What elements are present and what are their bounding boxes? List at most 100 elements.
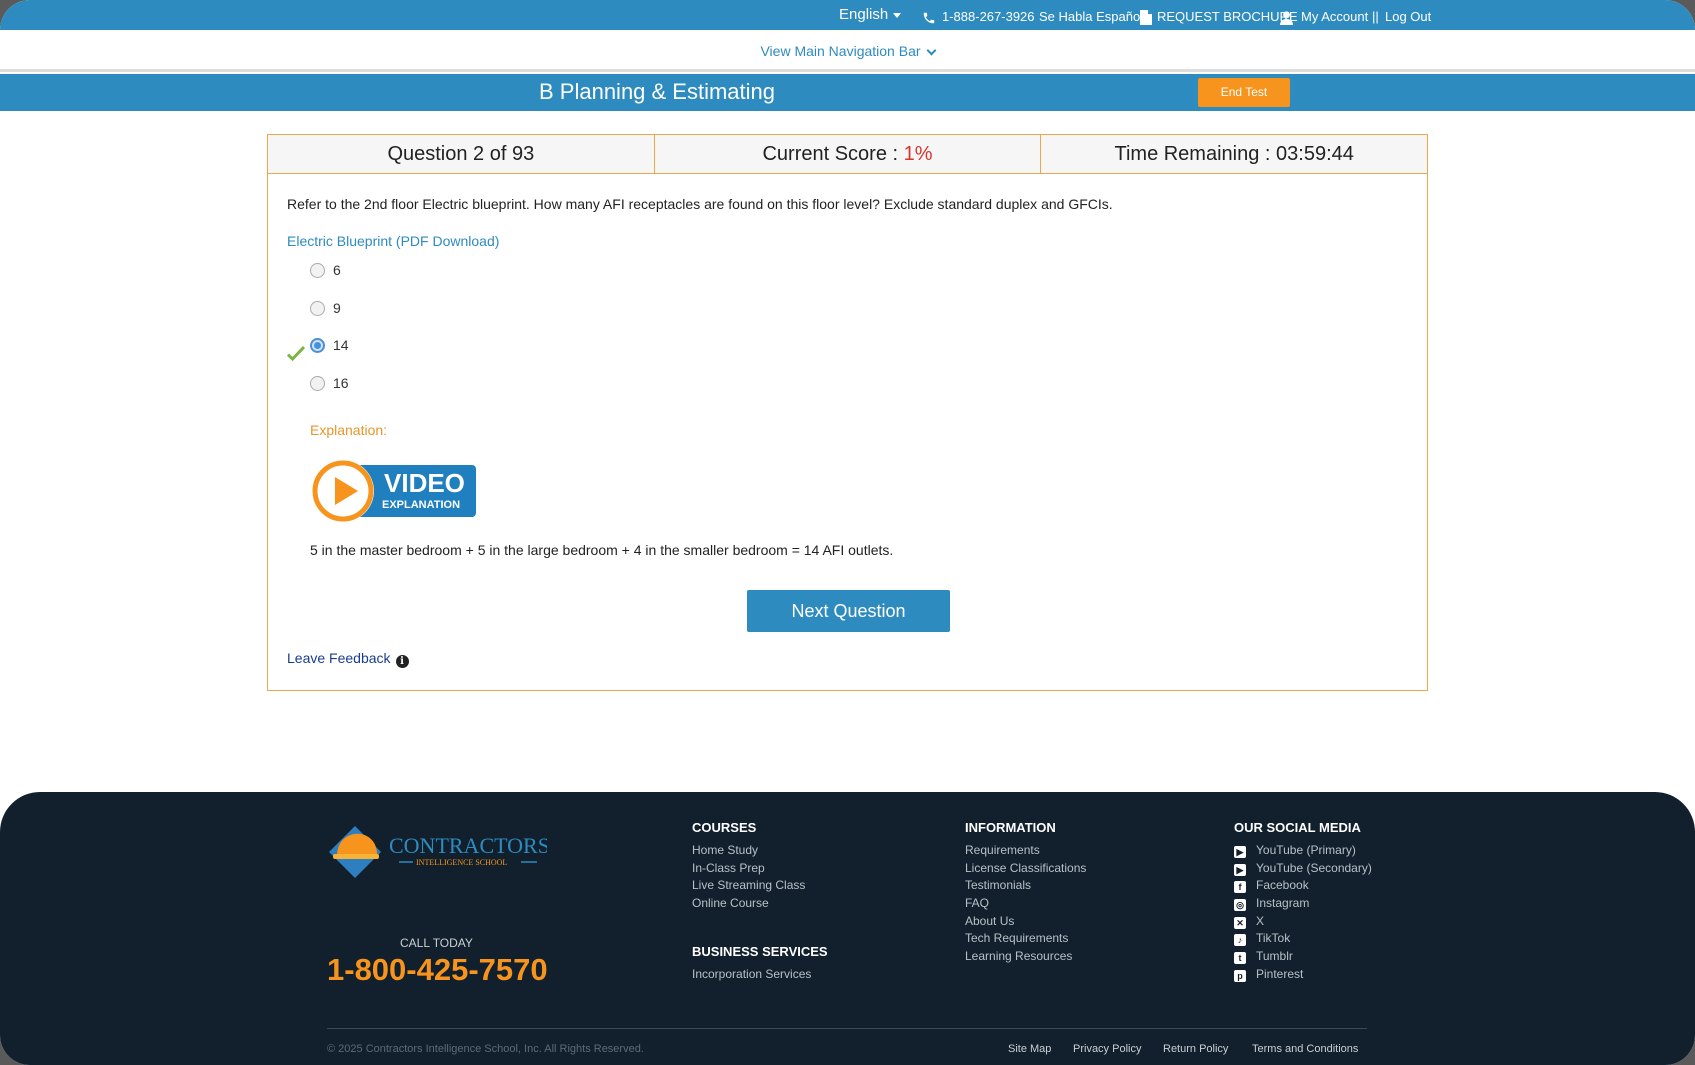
explanation-label: Explanation: xyxy=(310,422,388,438)
social-link-pinterest[interactable]: p Pinterest xyxy=(1234,966,1372,984)
test-stats: Question 2 of 93 Current Score : 1% Time… xyxy=(268,135,1428,174)
answer-option[interactable]: 16 xyxy=(310,373,349,393)
footer-link[interactable]: Incorporation Services xyxy=(692,966,828,984)
question-counter: Question 2 of 93 xyxy=(268,135,655,173)
my-account-link[interactable]: My Account xyxy=(1280,0,1368,30)
phone-number: 1-888-267-3926 xyxy=(942,9,1035,24)
answer-option[interactable]: 6 xyxy=(310,260,341,280)
score-label: Current Score : xyxy=(762,143,899,165)
time-remaining-text: Time Remaining : 03:59:44 xyxy=(1114,143,1354,165)
facebook-icon: f xyxy=(1234,881,1246,894)
spanish-label: Se Habla Español xyxy=(1039,9,1144,24)
information-heading: INFORMATION xyxy=(965,820,1056,835)
footer-link[interactable]: FAQ xyxy=(965,895,1086,913)
social-link-facebook[interactable]: f Facebook xyxy=(1234,877,1372,895)
electric-blueprint-link[interactable]: Electric Blueprint (PDF Download) xyxy=(287,233,499,249)
courses-heading: COURSES xyxy=(692,820,757,835)
logout-label: Log Out xyxy=(1385,9,1432,24)
footer: CONTRACTORS INTELLIGENCE SCHOOL CALL TOD… xyxy=(0,792,1695,1065)
footer-link[interactable]: Tech Requirements xyxy=(965,930,1086,948)
spanish-link[interactable]: Se Habla Español xyxy=(1039,0,1143,30)
privacy-policy-link[interactable]: Privacy Policy xyxy=(1073,1043,1141,1055)
social-media-heading: OUR SOCIAL MEDIA xyxy=(1234,820,1361,835)
social-link-instagram[interactable]: ◎ Instagram xyxy=(1234,895,1372,913)
radio-button[interactable] xyxy=(310,376,325,391)
option-label: 6 xyxy=(333,262,341,278)
site-map-link[interactable]: Site Map xyxy=(1008,1043,1051,1055)
courses-column: COURSES Home Study In-Class Prep Live St… xyxy=(692,820,805,913)
brochure-label: REQUEST BROCHURE xyxy=(1157,9,1298,24)
account-label: My Account xyxy=(1301,9,1369,24)
social-label: TikTok xyxy=(1256,931,1291,946)
option-label: 14 xyxy=(333,337,349,353)
radio-button[interactable] xyxy=(310,301,325,316)
answer-option[interactable]: 9 xyxy=(310,298,341,318)
logout-link[interactable]: Log Out xyxy=(1385,0,1431,30)
social-link-tiktok[interactable]: ♪ TikTok xyxy=(1234,930,1372,948)
leave-feedback-link[interactable]: Leave Feedback i xyxy=(287,650,409,668)
caret-down-icon xyxy=(893,12,902,18)
test-header: B Planning & Estimating End Test xyxy=(0,74,1695,111)
top-utility-bar: English 1-888-267-3926 Se Habla Español … xyxy=(0,0,1695,30)
view-main-navigation-toggle[interactable]: View Main Navigation Bar xyxy=(760,43,936,59)
footer-link[interactable]: Home Study xyxy=(692,842,805,860)
footer-link[interactable]: License Classifications xyxy=(965,860,1086,878)
nav-toggle-label: View Main Navigation Bar xyxy=(760,43,921,59)
nav-toggle-bar: View Main Navigation Bar xyxy=(0,30,1695,72)
footer-link[interactable]: Testimonials xyxy=(965,877,1086,895)
social-media-column: OUR SOCIAL MEDIA ▶ YouTube (Primary) ▶ You… xyxy=(1234,820,1372,984)
info-icon: i xyxy=(395,655,409,668)
answer-explanation-text: 5 in the master bedroom + 5 in the large… xyxy=(310,542,894,558)
user-icon xyxy=(1280,10,1293,25)
next-question-button[interactable]: Next Question xyxy=(747,590,950,632)
footer-link[interactable]: Online Course xyxy=(692,895,805,913)
question-counter-text: Question 2 of 93 xyxy=(387,143,535,165)
footer-link[interactable]: About Us xyxy=(965,913,1086,931)
footer-link[interactable]: In-Class Prep xyxy=(692,860,805,878)
hard-hat-brim xyxy=(333,854,379,859)
social-link-tumblr[interactable]: t Tumblr xyxy=(1234,948,1372,966)
question-card: Question 2 of 93 Current Score : 1% Time… xyxy=(267,134,1428,691)
question-text: Refer to the 2nd floor Electric blueprin… xyxy=(287,196,1113,212)
footer-phone-number[interactable]: 1-800-425-7570 xyxy=(327,952,548,988)
phone-link[interactable]: 1-888-267-3926 xyxy=(922,0,1035,30)
footer-link[interactable]: Learning Resources xyxy=(965,948,1086,966)
chevron-down-icon xyxy=(926,45,936,56)
social-label: Tumblr xyxy=(1256,949,1293,964)
x-icon: ✕ xyxy=(1234,916,1246,929)
social-label: X xyxy=(1256,913,1265,928)
instagram-icon: ◎ xyxy=(1234,899,1246,912)
terms-and-conditions-link[interactable]: Terms and Conditions xyxy=(1252,1043,1358,1055)
time-remaining: Time Remaining : 03:59:44 xyxy=(1041,135,1428,173)
video-explanation-button[interactable]: VIDEO EXPLANATION xyxy=(310,457,478,525)
radio-button[interactable] xyxy=(310,263,325,278)
tiktok-icon: ♪ xyxy=(1234,934,1246,947)
return-policy-link[interactable]: Return Policy xyxy=(1163,1043,1228,1055)
social-link-youtube-secondary[interactable]: ▶ YouTube (Secondary) xyxy=(1234,860,1372,878)
footer-link[interactable]: Requirements xyxy=(965,842,1086,860)
test-title: B Planning & Estimating xyxy=(539,79,776,104)
separator-text: || xyxy=(1372,9,1379,24)
social-link-x[interactable]: ✕ X xyxy=(1234,913,1372,931)
current-score: Current Score : 1% xyxy=(654,135,1042,173)
information-column: INFORMATION Requirements License Classif… xyxy=(965,820,1086,966)
end-test-button[interactable]: End Test xyxy=(1198,78,1290,107)
social-label: Instagram xyxy=(1256,896,1310,911)
logo-name: CONTRACTORS xyxy=(389,833,547,858)
radio-button-selected[interactable] xyxy=(310,338,325,353)
hard-hat-icon xyxy=(337,833,377,856)
feedback-label: Leave Feedback xyxy=(287,650,391,666)
footer-link[interactable]: Live Streaming Class xyxy=(692,877,805,895)
footer-divider xyxy=(327,1028,1367,1029)
answer-option-selected[interactable]: 14 xyxy=(310,335,349,355)
contractors-logo[interactable]: CONTRACTORS INTELLIGENCE SCHOOL xyxy=(327,822,547,884)
language-select[interactable]: English xyxy=(839,0,902,30)
correct-check-icon xyxy=(287,345,305,362)
social-link-youtube-primary[interactable]: ▶ YouTube (Primary) xyxy=(1234,842,1372,860)
request-brochure-link[interactable]: REQUEST BROCHURE xyxy=(1140,0,1298,30)
score-value: 1% xyxy=(903,143,933,165)
document-icon xyxy=(1140,10,1152,26)
option-label: 9 xyxy=(333,300,341,316)
business-services-heading: BUSINESS SERVICES xyxy=(692,944,828,959)
youtube-icon: ▶ xyxy=(1234,863,1246,876)
